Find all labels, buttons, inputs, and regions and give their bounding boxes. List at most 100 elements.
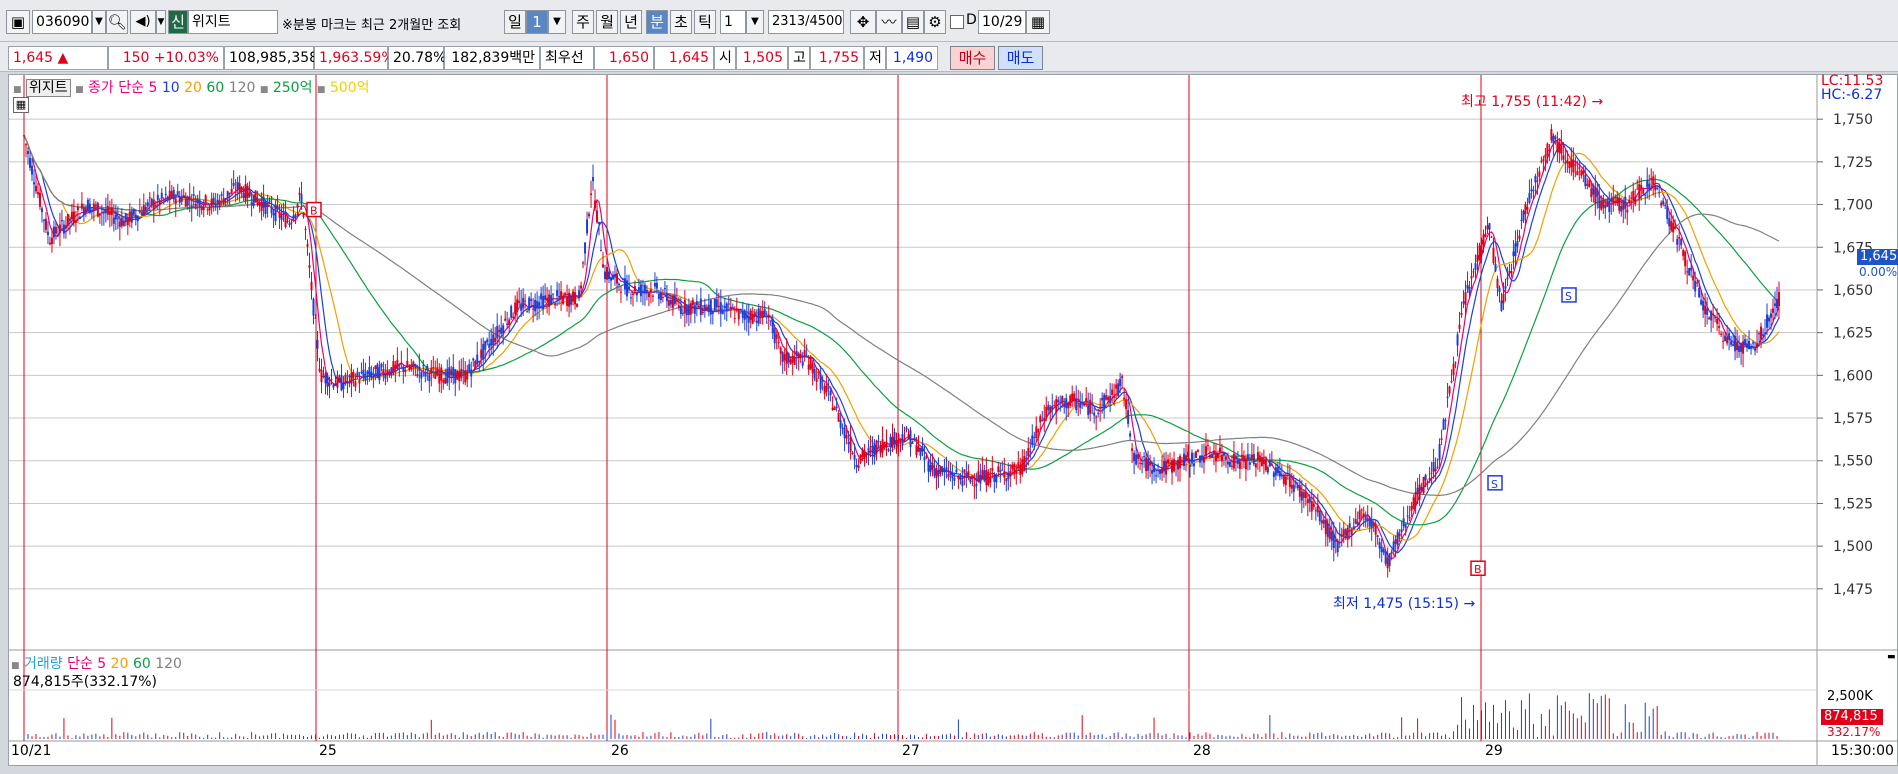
candle-body	[508, 319, 511, 326]
ma-120-label[interactable]: 120	[229, 80, 256, 96]
ma-5-label[interactable]: 5	[148, 80, 157, 96]
candle-body	[240, 187, 243, 193]
window-menu-icon[interactable]: ▣	[6, 10, 30, 34]
indicator-icon[interactable]: 〰	[876, 10, 902, 34]
tab-minute[interactable]: 분	[646, 10, 668, 34]
time-label-25: 25	[319, 743, 337, 759]
buy-button[interactable]: 매수	[950, 46, 995, 70]
candle-body	[1662, 200, 1665, 205]
candle-body	[1450, 381, 1453, 383]
amount-250-label[interactable]: 250억	[273, 80, 313, 96]
candle-body	[1436, 466, 1439, 468]
candle-body	[1502, 293, 1505, 304]
date-input[interactable]: 10/29	[978, 10, 1026, 34]
candle-body	[623, 278, 626, 290]
interval-input[interactable]: 1	[720, 10, 746, 34]
code-dropdown-icon[interactable]: ▼	[92, 10, 106, 34]
save-icon[interactable]: ▤	[902, 10, 924, 34]
candle-body	[1163, 461, 1166, 472]
candle-body	[232, 182, 235, 186]
vol-ma-120-label[interactable]: 120	[155, 656, 182, 672]
stock-name-field[interactable]: 위지트	[188, 10, 278, 34]
candle-body	[735, 308, 738, 311]
candle-body	[276, 205, 279, 209]
tab-year[interactable]: 년	[620, 10, 642, 34]
candle-body	[1210, 454, 1213, 458]
candle-body	[98, 213, 101, 216]
candle-body	[562, 295, 565, 304]
collapse-panel-icon[interactable]: ▬	[1887, 653, 1897, 663]
candle-body	[807, 364, 810, 370]
period-day-button[interactable]: 일	[504, 10, 526, 34]
candle-body	[384, 374, 387, 379]
search-icon[interactable]: 🔍︎	[106, 10, 128, 34]
data-count-field[interactable]: 2313/4500	[768, 10, 844, 34]
candle-body	[821, 380, 824, 382]
candle-body	[625, 280, 628, 297]
candle-body	[216, 199, 219, 203]
interval-dropdown-icon[interactable]: ▼	[746, 10, 764, 34]
time-label-26: 26	[611, 743, 629, 759]
candle-body	[184, 198, 187, 207]
date-checkbox[interactable]	[950, 15, 964, 29]
settings-arrows-icon[interactable]: ✥	[850, 10, 876, 34]
vol-ma-5-label[interactable]: 5	[97, 656, 106, 672]
tab-month[interactable]: 월	[596, 10, 618, 34]
ma-20-label[interactable]: 20	[184, 80, 202, 96]
candle-body	[198, 199, 201, 208]
candle-body	[1656, 187, 1659, 189]
candle-body	[979, 475, 982, 484]
vol-ma-20-label[interactable]: 20	[111, 656, 129, 672]
candle-body	[514, 302, 517, 315]
candle-body	[406, 360, 409, 368]
candle-body	[1246, 454, 1249, 461]
candle-body	[574, 292, 577, 305]
vol-ma-60-label[interactable]: 60	[133, 656, 151, 672]
volume-label[interactable]: 거래량	[24, 656, 63, 672]
stock-name-tag[interactable]: 위지트	[25, 79, 71, 97]
candle-body	[665, 293, 668, 302]
stock-code-input[interactable]: 036090	[32, 10, 92, 34]
speaker-icon[interactable]: ◀)	[130, 10, 156, 34]
price-chart[interactable]: 1,7501,7251,7001,6751,6501,6251,6001,575…	[9, 75, 1897, 765]
candle-body	[1005, 478, 1008, 482]
price-change: 150 +10.03%	[108, 46, 224, 70]
amount-500-label[interactable]: 500억	[330, 80, 370, 96]
candle-body	[1624, 196, 1627, 209]
candle-body	[426, 365, 429, 371]
candle-body	[1764, 332, 1767, 334]
open-label: 시	[714, 46, 736, 70]
chart-area[interactable]: 1,750 1,725 1,700 1,675 1,650 1,625 1,600 1,575…	[8, 73, 1898, 766]
calendar-icon[interactable]: ▦	[1026, 10, 1050, 34]
candle-body	[52, 226, 55, 238]
candle-body	[1264, 460, 1267, 471]
ma-10-label[interactable]: 10	[162, 80, 180, 96]
tab-second[interactable]: 초	[670, 10, 692, 34]
ma-label[interactable]: 종가 단순	[88, 80, 144, 96]
candle-body	[651, 295, 654, 297]
candle-body	[1366, 518, 1369, 520]
period-dropdown-icon[interactable]: ▼	[548, 10, 566, 34]
sell-button[interactable]: 매도	[998, 46, 1043, 70]
candle-body	[1085, 398, 1088, 403]
tab-tick[interactable]: 틱	[694, 10, 716, 34]
candle-body	[1336, 540, 1339, 553]
candle-body	[1434, 468, 1437, 471]
candle-body	[196, 198, 199, 204]
candle-body	[442, 380, 445, 383]
ma-60-label[interactable]: 60	[206, 80, 224, 96]
y-tick-label: 1,600	[1833, 368, 1873, 384]
candle-body	[1240, 454, 1243, 457]
vol-ma-label[interactable]: 단순	[67, 656, 93, 672]
candle-body	[448, 367, 451, 378]
time-label-28: 28	[1193, 743, 1211, 759]
tab-week[interactable]: 주	[572, 10, 594, 34]
gear-icon[interactable]: ⚙	[924, 10, 946, 34]
candle-body	[1682, 250, 1685, 256]
table-view-icon[interactable]: ▦	[13, 97, 29, 113]
candle-body	[310, 281, 313, 290]
candle-body	[955, 469, 958, 473]
candle-body	[1440, 438, 1443, 440]
period-n-field[interactable]: 1	[526, 10, 548, 34]
speaker-dropdown-icon[interactable]: ▼	[156, 10, 166, 34]
